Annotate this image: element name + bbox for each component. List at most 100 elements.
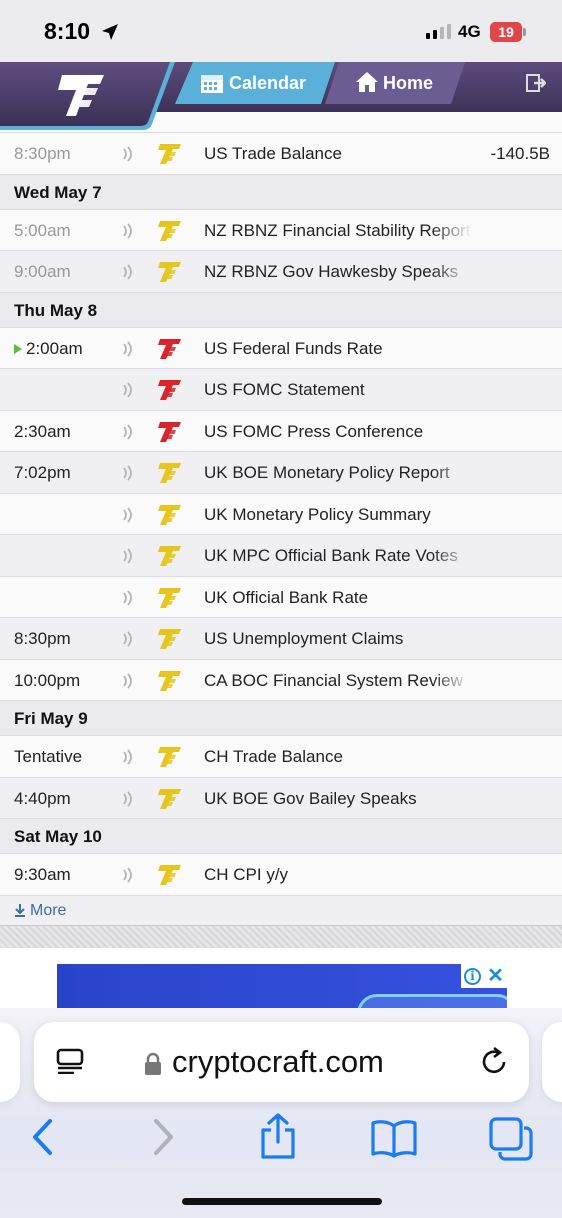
- sound-icon[interactable]: [120, 589, 136, 607]
- calendar-row[interactable]: 5:00am NZ RBNZ Financial Stability Report: [0, 209, 562, 251]
- signal-icon: [426, 24, 451, 39]
- close-icon[interactable]: ✕: [487, 966, 504, 986]
- impact-medium-icon[interactable]: [156, 788, 182, 810]
- tabs-icon[interactable]: [488, 1116, 534, 1162]
- sound-icon[interactable]: [120, 263, 136, 281]
- sound-icon[interactable]: [120, 464, 136, 482]
- tab-calendar-label: Calendar: [229, 73, 307, 93]
- event-title[interactable]: US FOMC Press Conference: [204, 422, 472, 442]
- calendar-row[interactable]: UK Official Bank Rate: [0, 576, 562, 618]
- event-title[interactable]: NZ RBNZ Gov Hawkesby Speaks: [204, 262, 472, 282]
- event-title[interactable]: NZ RBNZ Financial Stability Report: [204, 221, 472, 241]
- calendar-list: SZ SNB Chairman Schlegel Speaks8:30pmUS …: [0, 98, 562, 948]
- calendar-row[interactable]: 7:02pm UK BOE Monetary Policy Report: [0, 452, 562, 494]
- impact-high-icon[interactable]: [156, 421, 182, 443]
- event-time: 7:02pm: [14, 463, 71, 482]
- tab-calendar[interactable]: Calendar: [175, 62, 335, 104]
- sound-icon[interactable]: [120, 423, 136, 441]
- reload-icon[interactable]: [480, 1046, 510, 1076]
- impact-medium-icon[interactable]: [156, 746, 182, 768]
- bookmarks-icon[interactable]: [370, 1118, 418, 1158]
- event-time: 2:00am: [26, 338, 83, 358]
- event-title[interactable]: UK MPC Official Bank Rate Votes: [204, 546, 472, 566]
- address-bar[interactable]: cryptocraft.com: [34, 1022, 529, 1102]
- impact-medium-icon[interactable]: [156, 587, 182, 609]
- sound-icon[interactable]: [120, 630, 136, 648]
- event-title[interactable]: UK BOE Monetary Policy Report: [204, 463, 472, 483]
- sound-icon[interactable]: [120, 672, 136, 690]
- home-icon: [356, 72, 378, 92]
- event-time: 4:40pm: [14, 788, 71, 808]
- impact-high-icon[interactable]: [156, 338, 182, 360]
- more-button[interactable]: More: [0, 895, 562, 926]
- impact-medium-icon[interactable]: [156, 261, 182, 283]
- impact-medium-icon[interactable]: [156, 143, 182, 165]
- impact-medium-icon[interactable]: [156, 628, 182, 650]
- event-time: 8:30pm: [14, 144, 71, 163]
- day-header: Fri May 9: [0, 701, 562, 736]
- calendar-row[interactable]: 4:40pm UK BOE Gov Bailey Speaks: [0, 777, 562, 819]
- impact-medium-icon[interactable]: [156, 220, 182, 242]
- event-title[interactable]: US FOMC Statement: [204, 380, 472, 400]
- calendar-row[interactable]: US FOMC Statement: [0, 369, 562, 411]
- previous-tab-preview[interactable]: [0, 1022, 20, 1102]
- info-icon[interactable]: i: [464, 967, 482, 985]
- sound-icon[interactable]: [120, 506, 136, 524]
- sound-icon[interactable]: [120, 222, 136, 240]
- next-tab-preview[interactable]: [542, 1022, 562, 1102]
- calendar-row[interactable]: UK MPC Official Bank Rate Votes: [0, 535, 562, 577]
- day-header: Sat May 10: [0, 819, 562, 854]
- sound-icon[interactable]: [120, 145, 136, 163]
- impact-medium-icon[interactable]: [156, 504, 182, 526]
- network-type: 4G: [458, 22, 481, 41]
- event-title[interactable]: CA BOC Financial System Review: [204, 671, 472, 691]
- exit-button[interactable]: [510, 62, 562, 104]
- site-logo[interactable]: [0, 62, 175, 132]
- calendar-row[interactable]: 10:00pm CA BOC Financial System Review: [0, 659, 562, 701]
- sound-icon[interactable]: [120, 340, 136, 358]
- calendar-row[interactable]: Tentative CH Trade Balance: [0, 736, 562, 778]
- tab-home[interactable]: Home: [325, 62, 465, 104]
- event-title[interactable]: US Federal Funds Rate: [204, 339, 472, 359]
- event-title[interactable]: US Trade Balance: [204, 144, 472, 164]
- calendar-icon: [201, 75, 223, 93]
- day-label: Sat May 10: [14, 827, 102, 846]
- event-time: Tentative: [14, 747, 83, 766]
- sound-icon[interactable]: [120, 748, 136, 766]
- sound-icon[interactable]: [120, 381, 136, 399]
- page-menu-icon[interactable]: [56, 1048, 84, 1074]
- impact-medium-icon[interactable]: [156, 545, 182, 567]
- calendar-row[interactable]: 9:00am NZ RBNZ Gov Hawkesby Speaks: [0, 251, 562, 293]
- location-arrow-icon: [102, 24, 118, 40]
- calendar-row[interactable]: 9:30am CH CPI y/y: [0, 854, 562, 896]
- section-divider: [0, 925, 562, 948]
- impact-high-icon[interactable]: [156, 379, 182, 401]
- ad-choices[interactable]: i ✕: [461, 964, 507, 988]
- impact-medium-icon[interactable]: [156, 864, 182, 886]
- event-actual: -140.5B: [490, 144, 550, 163]
- event-title[interactable]: CH CPI y/y: [204, 865, 472, 885]
- calendar-row[interactable]: UK Monetary Policy Summary: [0, 493, 562, 535]
- calendar-row[interactable]: 8:30pm US Unemployment Claims: [0, 618, 562, 660]
- calendar-row[interactable]: 2:30am US FOMC Press Conference: [0, 410, 562, 452]
- share-icon[interactable]: [258, 1112, 298, 1160]
- sound-icon[interactable]: [120, 866, 136, 884]
- lock-icon: [145, 1052, 161, 1075]
- impact-medium-icon[interactable]: [156, 462, 182, 484]
- event-title[interactable]: UK Monetary Policy Summary: [204, 505, 472, 525]
- sound-icon[interactable]: [120, 790, 136, 808]
- calendar-row[interactable]: 2:00am US Federal Funds Rate: [0, 327, 562, 369]
- calendar-row[interactable]: 8:30pm US Trade Balance -140.5B: [0, 133, 562, 175]
- day-header: Thu May 8: [0, 292, 562, 328]
- sound-icon[interactable]: [120, 547, 136, 565]
- event-time: 8:30pm: [14, 629, 71, 648]
- event-title[interactable]: UK BOE Gov Bailey Speaks: [204, 789, 472, 809]
- event-title[interactable]: US Unemployment Claims: [204, 629, 472, 649]
- back-icon[interactable]: [30, 1118, 56, 1156]
- forward-icon[interactable]: [150, 1118, 176, 1156]
- home-indicator[interactable]: [182, 1198, 382, 1205]
- browser-toolbar: cryptocraft.com: [0, 1008, 562, 1218]
- impact-medium-icon[interactable]: [156, 670, 182, 692]
- event-title[interactable]: UK Official Bank Rate: [204, 588, 472, 608]
- event-title[interactable]: CH Trade Balance: [204, 747, 472, 767]
